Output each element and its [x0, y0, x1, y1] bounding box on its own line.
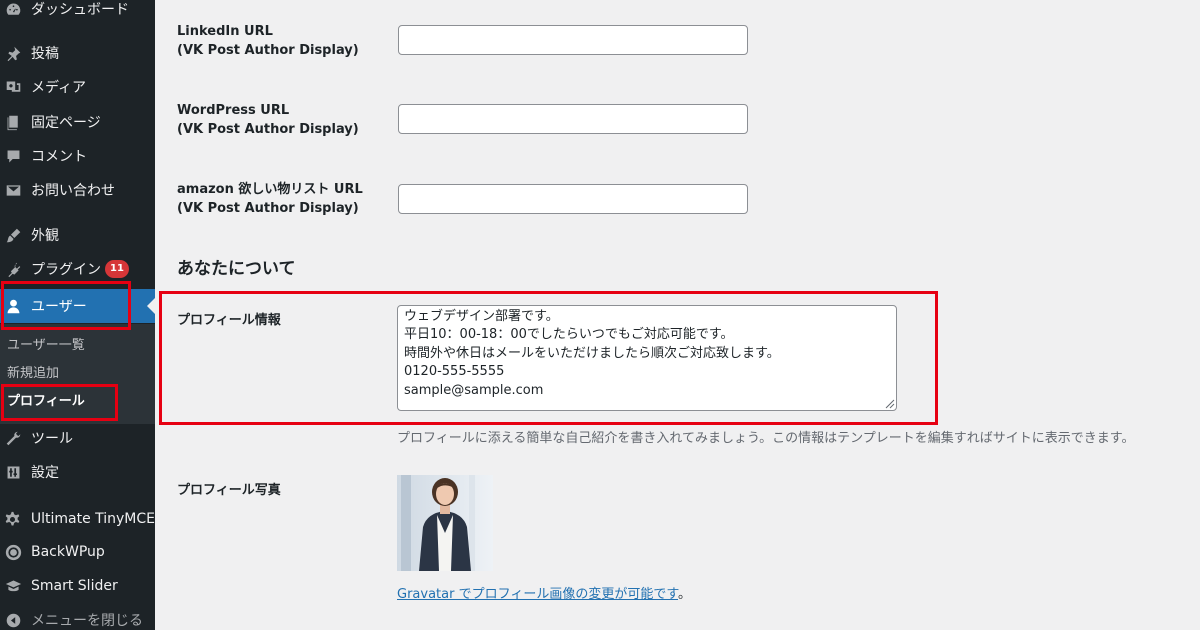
gravatar-suffix: 。	[678, 587, 692, 602]
sidebar-item-label: Ultimate TinyMCE	[30, 511, 155, 527]
sidebar-item-plugins[interactable]: プラグイン 11	[0, 254, 155, 284]
sidebar-item-label: 設定	[31, 465, 59, 481]
sidebar-item-label: BackWPup	[31, 544, 105, 560]
gravatar-note: Gravatar でプロフィール画像の変更が可能です。	[397, 583, 691, 602]
admin-sidebar: ダッシュボード 投稿 メディア 固定ページ コメント お問い合わせ 外観 プラグ…	[0, 0, 155, 630]
submenu-item-all-users[interactable]: ユーザー一覧	[0, 330, 155, 356]
submenu-item-profile[interactable]: プロフィール	[0, 386, 155, 412]
sidebar-item-users[interactable]: ユーザー	[0, 289, 155, 323]
page-icon	[4, 113, 22, 131]
sidebar-item-label: 外観	[31, 228, 59, 244]
sidebar-item-label: 投稿	[31, 46, 59, 62]
amazon-wishlist-url-input[interactable]	[398, 184, 748, 214]
graduation-cap-icon	[4, 577, 22, 595]
dashboard-icon	[4, 0, 22, 18]
bio-textarea[interactable]: ウェブデザイン部署です。 平日10：00-18：00でしたらいつでもご対応可能で…	[397, 305, 897, 411]
backwpup-icon	[4, 543, 22, 561]
sidebar-item-settings[interactable]: 設定	[0, 457, 155, 487]
linkedin-field-label: LinkedIn URL (VK Post Author Display)	[177, 24, 359, 58]
bio-field-label: プロフィール情報	[177, 313, 281, 328]
gear-icon	[4, 510, 22, 528]
media-icon	[4, 78, 22, 96]
sidebar-item-appearance[interactable]: 外観	[0, 220, 155, 250]
amazon-field-label: amazon 欲しい物リスト URL (VK Post Author Displ…	[177, 182, 363, 216]
sidebar-item-label: お問い合わせ	[31, 183, 115, 199]
sidebar-item-backwpup[interactable]: BackWPup	[0, 537, 155, 567]
profile-photo-label: プロフィール写真	[177, 483, 281, 498]
submenu-item-label: ユーザー一覧	[7, 337, 85, 353]
sidebar-item-pages[interactable]: 固定ページ	[0, 107, 155, 137]
bio-description: プロフィールに添える簡単な自己紹介を書き入れてみましょう。この情報はテンプレート…	[397, 431, 1135, 446]
sidebar-item-label: ツール	[31, 431, 73, 447]
collapse-icon	[4, 611, 22, 629]
submenu-item-label: プロフィール	[7, 393, 85, 409]
sidebar-item-smart-slider[interactable]: Smart Slider	[0, 571, 155, 601]
sidebar-item-comments[interactable]: コメント	[0, 141, 155, 171]
linkedin-url-input[interactable]	[398, 25, 748, 55]
submenu-item-label: 新規追加	[7, 365, 60, 381]
sidebar-item-label: ユーザー	[31, 299, 87, 315]
sidebar-item-dashboard[interactable]: ダッシュボード	[0, 0, 155, 24]
sidebar-item-media[interactable]: メディア	[0, 72, 155, 102]
plugin-icon	[4, 260, 22, 278]
brush-icon	[4, 226, 22, 244]
wrench-icon	[4, 429, 22, 447]
mail-icon	[4, 181, 22, 199]
submenu-item-add-new[interactable]: 新規追加	[0, 358, 155, 384]
current-menu-arrow	[147, 298, 155, 314]
user-icon	[4, 297, 22, 315]
plugin-update-count-badge: 11	[105, 260, 129, 278]
sidebar-item-label: プラグイン	[31, 262, 101, 278]
sidebar-item-label: 固定ページ	[31, 115, 101, 131]
users-submenu: ユーザー一覧 新規追加 プロフィール	[0, 324, 155, 424]
settings-icon	[4, 463, 22, 481]
sidebar-item-label: ダッシュボード	[31, 2, 129, 18]
textarea-resize-handle[interactable]	[884, 398, 895, 409]
sidebar-item-label: メディア	[31, 80, 87, 96]
collapse-menu-button[interactable]: メニューを閉じる	[0, 605, 155, 630]
pin-icon	[4, 44, 22, 62]
comment-icon	[4, 147, 22, 165]
sidebar-item-label: メニューを閉じる	[31, 613, 143, 629]
sidebar-item-contact[interactable]: お問い合わせ	[0, 175, 155, 205]
profile-photo-avatar	[397, 475, 493, 571]
sidebar-item-ultimate-tinymce[interactable]: Ultimate TinyMCE	[0, 504, 155, 534]
sidebar-item-label: Smart Slider	[31, 578, 118, 594]
sidebar-item-tools[interactable]: ツール	[0, 423, 155, 453]
about-section-heading: あなたについて	[177, 259, 296, 279]
sidebar-item-label: コメント	[31, 149, 87, 165]
wordpress-field-label: WordPress URL (VK Post Author Display)	[177, 103, 359, 137]
wordpress-url-input[interactable]	[398, 104, 748, 134]
gravatar-link[interactable]: Gravatar でプロフィール画像の変更が可能です	[397, 587, 678, 602]
sidebar-item-posts[interactable]: 投稿	[0, 38, 155, 68]
